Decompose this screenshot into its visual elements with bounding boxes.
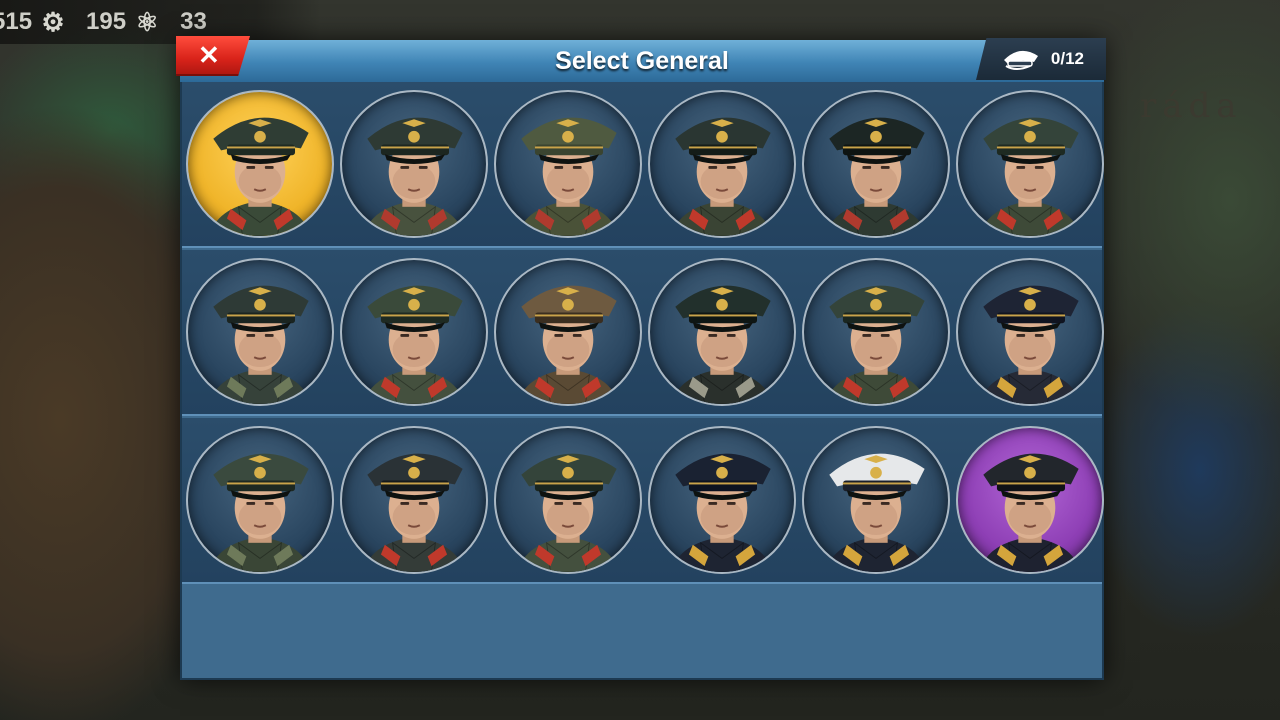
resource-value-2: 195: [86, 8, 127, 35]
general-avatar-icon: [209, 117, 311, 236]
general-slot[interactable]: [802, 90, 952, 240]
general-avatar-icon: [517, 285, 619, 404]
general-avatar-icon: [363, 285, 465, 404]
general-slot[interactable]: [494, 426, 644, 576]
general-portrait[interactable]: [956, 90, 1104, 238]
general-avatar-icon: [671, 453, 773, 572]
general-avatar-icon: [979, 285, 1081, 404]
general-slot[interactable]: [186, 426, 336, 576]
general-row: [182, 82, 1104, 248]
dialog-header: Select General ✕ 0/12: [176, 36, 1106, 82]
general-portrait[interactable]: [648, 426, 796, 574]
general-slot[interactable]: [648, 90, 798, 240]
general-avatar-icon: [671, 285, 773, 404]
general-slot[interactable]: [956, 426, 1106, 576]
resource-bar: 515 ⚙ 195 ⚛ 33: [0, 0, 320, 44]
close-icon: ✕: [198, 40, 220, 70]
general-portrait[interactable]: [956, 258, 1104, 406]
general-portrait[interactable]: [956, 426, 1104, 574]
general-portrait[interactable]: [802, 90, 950, 238]
general-slot[interactable]: [340, 426, 490, 576]
general-portrait[interactable]: [340, 258, 488, 406]
general-slot[interactable]: [648, 426, 798, 576]
general-avatar-icon: [363, 117, 465, 236]
select-general-dialog: Select General ✕ 0/12: [176, 36, 1106, 680]
general-portrait[interactable]: [494, 90, 642, 238]
general-slot[interactable]: [956, 90, 1106, 240]
general-avatar-icon: [979, 453, 1081, 572]
general-slot[interactable]: [956, 258, 1106, 408]
general-avatar-icon: [825, 285, 927, 404]
map-region-label: ráda: [1140, 86, 1243, 126]
general-row: [182, 418, 1104, 584]
general-portrait[interactable]: [648, 90, 796, 238]
officer-cap-icon: [1004, 50, 1038, 70]
general-avatar-icon: [825, 117, 927, 236]
general-slot[interactable]: [340, 90, 490, 240]
general-portrait[interactable]: [186, 426, 334, 574]
close-button[interactable]: ✕: [176, 36, 250, 76]
general-avatar-icon: [363, 453, 465, 572]
general-avatar-icon: [517, 453, 619, 572]
atom-icon: ⚛: [135, 6, 159, 37]
general-avatar-icon: [979, 117, 1081, 236]
general-avatar-icon: [825, 453, 927, 572]
general-avatar-icon: [517, 117, 619, 236]
general-slot[interactable]: [648, 258, 798, 408]
general-avatar-icon: [671, 117, 773, 236]
general-slot[interactable]: [186, 90, 336, 240]
general-avatar-icon: [209, 285, 311, 404]
general-slot[interactable]: [802, 426, 952, 576]
general-portrait[interactable]: [340, 90, 488, 238]
general-portrait[interactable]: [494, 426, 642, 574]
dialog-title: Select General: [555, 47, 729, 75]
general-portrait[interactable]: [186, 258, 334, 406]
general-row: [182, 250, 1104, 416]
general-portrait[interactable]: [340, 426, 488, 574]
gear-icon: ⚙: [41, 6, 65, 37]
general-slot[interactable]: [494, 90, 644, 240]
general-slot[interactable]: [494, 258, 644, 408]
general-portrait[interactable]: [802, 258, 950, 406]
general-grid: [182, 82, 1104, 586]
selected-count: 0/12: [1050, 49, 1084, 68]
general-portrait[interactable]: [648, 258, 796, 406]
general-slot[interactable]: [802, 258, 952, 408]
general-avatar-icon: [209, 453, 311, 572]
resource-value-1: 515: [0, 8, 33, 35]
general-portrait[interactable]: [186, 90, 334, 238]
general-portrait[interactable]: [802, 426, 950, 574]
general-portrait[interactable]: [494, 258, 642, 406]
general-count-badge: 0/12: [976, 38, 1106, 80]
general-slot[interactable]: [186, 258, 336, 408]
resource-value-3: 33: [180, 8, 207, 35]
general-slot[interactable]: [340, 258, 490, 408]
